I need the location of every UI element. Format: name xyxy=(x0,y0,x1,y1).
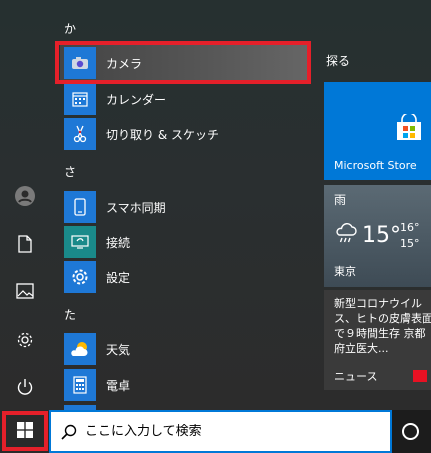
scissors-icon xyxy=(64,118,96,150)
tiles-area: 探る Microsoft Store 雨 15° 16° 15° 東京 新型コロ… xyxy=(316,0,431,410)
pictures-button[interactable] xyxy=(0,268,50,314)
news-icon xyxy=(413,370,427,382)
power-button[interactable] xyxy=(0,364,50,410)
documents-button[interactable] xyxy=(0,221,50,267)
app-item-phone-link[interactable]: スマホ同期 xyxy=(60,189,310,225)
picture-icon xyxy=(16,283,34,299)
start-highlight-box xyxy=(2,411,48,451)
weather-high: 16° xyxy=(400,221,420,234)
user-account-button[interactable] xyxy=(0,173,50,219)
weather-temp: 15° xyxy=(362,223,401,248)
app-label: 電卓 xyxy=(106,378,131,393)
app-label: 設定 xyxy=(106,270,131,285)
search-box[interactable] xyxy=(49,410,392,453)
app-item-connect[interactable]: 接続 xyxy=(60,224,310,260)
section-header-sa[interactable]: さ xyxy=(64,158,104,186)
section-header-ta[interactable]: た xyxy=(64,301,104,329)
camera-highlight-box xyxy=(55,41,311,84)
tile-news[interactable]: 新型コロナウイルス、ヒトの皮膚表面で９時間生存 京都府立医大... ニュース xyxy=(324,290,431,390)
app-label: カレンダー xyxy=(106,92,167,107)
weather-city: 東京 xyxy=(334,265,356,278)
start-rail xyxy=(0,0,50,410)
weather-condition: 雨 xyxy=(334,193,347,207)
connect-icon xyxy=(64,226,96,258)
user-icon xyxy=(15,186,35,206)
app-item-calendar[interactable]: カレンダー xyxy=(60,81,310,117)
app-item-weather[interactable]: 天気 xyxy=(60,331,310,367)
cloud-rain-icon xyxy=(334,223,358,249)
tile-microsoft-store[interactable]: Microsoft Store xyxy=(324,82,431,180)
app-label: 天気 xyxy=(106,342,131,357)
section-header-ka[interactable]: か xyxy=(64,15,104,43)
gear-icon xyxy=(64,261,96,293)
tiles-group-header[interactable]: 探る xyxy=(326,52,350,69)
app-label: 接続 xyxy=(106,235,131,250)
news-headline: 新型コロナウイルス、ヒトの皮膚表面で９時間生存 京都府立医大... xyxy=(334,297,431,355)
document-icon xyxy=(17,235,33,253)
gear-icon xyxy=(16,331,34,349)
phone-icon xyxy=(64,191,96,223)
search-icon xyxy=(61,424,77,440)
app-label: スマホ同期 xyxy=(106,200,166,215)
taskbar xyxy=(0,410,431,453)
cortana-icon[interactable] xyxy=(402,423,419,440)
power-icon xyxy=(16,378,34,396)
tile-label: ニュース xyxy=(334,370,378,383)
weather-icon xyxy=(64,333,96,365)
store-bag-icon xyxy=(394,112,424,146)
app-item-settings[interactable]: 設定 xyxy=(60,259,310,295)
settings-rail-button[interactable] xyxy=(0,317,50,363)
calculator-icon xyxy=(64,369,96,401)
app-item-partial[interactable] xyxy=(60,403,310,410)
app-label: 切り取り & スケッチ xyxy=(106,127,219,142)
app-item-snip-sketch[interactable]: 切り取り & スケッチ xyxy=(60,116,310,152)
search-input[interactable] xyxy=(85,424,375,439)
tile-weather[interactable]: 雨 15° 16° 15° 東京 xyxy=(324,185,431,287)
weather-low: 15° xyxy=(400,237,420,250)
calendar-icon xyxy=(64,83,96,115)
app-item-calculator[interactable]: 電卓 xyxy=(60,367,310,403)
tile-label: Microsoft Store xyxy=(334,159,417,172)
